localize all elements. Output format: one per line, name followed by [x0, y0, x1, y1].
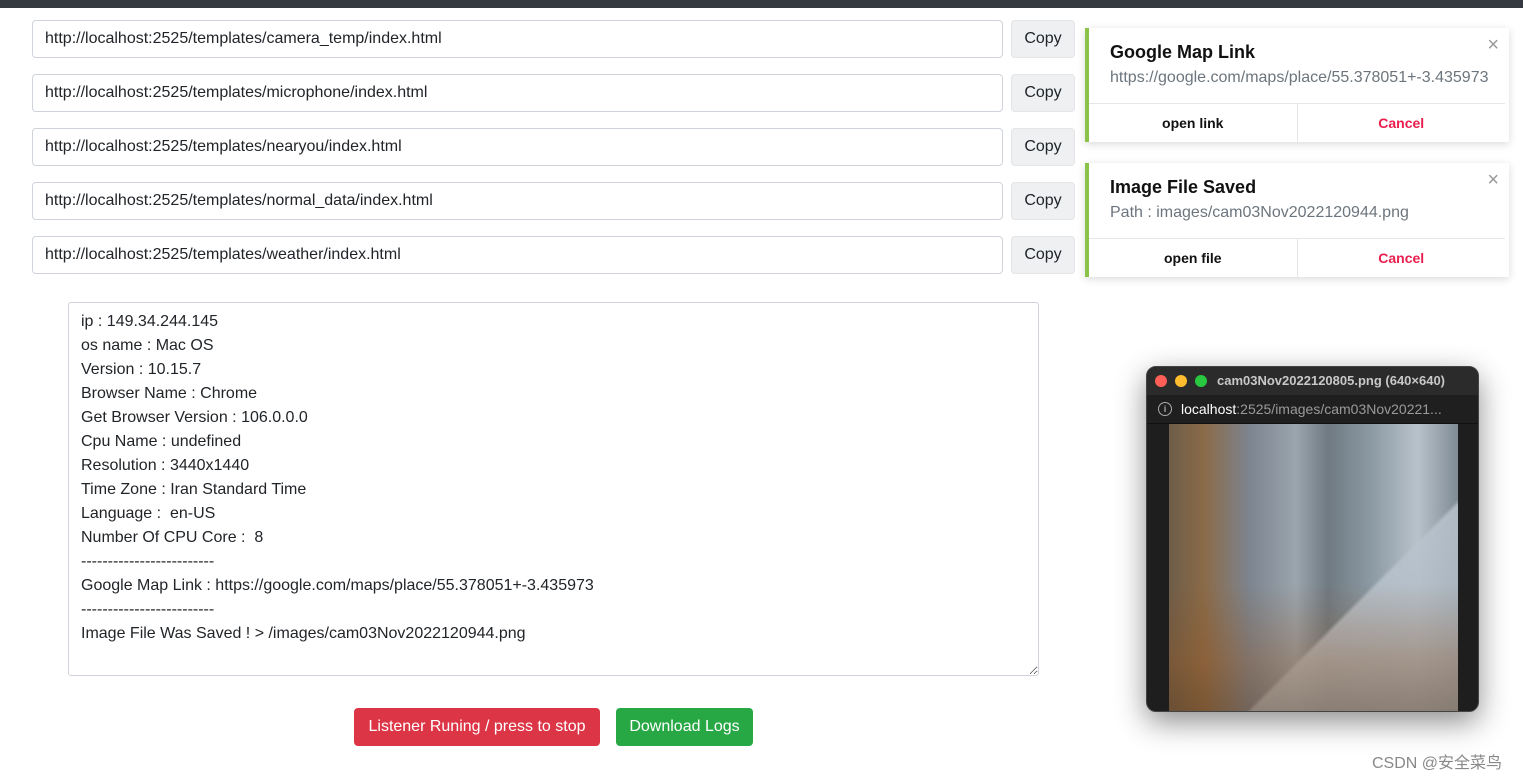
url-input-normal-data[interactable] — [32, 182, 1003, 220]
minimize-window-icon[interactable] — [1175, 375, 1187, 387]
copy-button-nearyou[interactable]: Copy — [1011, 128, 1075, 166]
stop-listener-button[interactable]: Listener Runing / press to stop — [354, 708, 600, 746]
toast-message: https://google.com/maps/place/55.378051+… — [1110, 69, 1489, 86]
popup-title: cam03Nov2022120805.png (640×640) — [1217, 373, 1446, 388]
image-shading — [1169, 582, 1458, 711]
cancel-button[interactable]: Cancel — [1298, 104, 1506, 142]
url-input-weather[interactable] — [32, 236, 1003, 274]
popup-url-host: localhost — [1181, 401, 1237, 417]
copy-button-microphone[interactable]: Copy — [1011, 74, 1075, 112]
close-icon[interactable]: × — [1487, 34, 1499, 57]
captured-camera-image — [1169, 424, 1458, 711]
popup-url: localhost:2525/images/cam03Nov20221... — [1181, 401, 1442, 417]
maximize-window-icon[interactable] — [1195, 375, 1207, 387]
toast-google-map-link: Google Map Link https://google.com/maps/… — [1085, 28, 1509, 142]
toast-title: Google Map Link — [1110, 42, 1256, 62]
toast-message: Path : images/cam03Nov2022120944.png — [1110, 204, 1409, 221]
url-input-microphone[interactable] — [32, 74, 1003, 112]
copy-button-weather[interactable]: Copy — [1011, 236, 1075, 274]
image-popup-window: cam03Nov2022120805.png (640×640) i local… — [1146, 366, 1479, 712]
toast-actions: open link Cancel — [1089, 103, 1505, 142]
url-row-camera-temp: Copy — [32, 20, 1075, 58]
copy-button-camera-temp[interactable]: Copy — [1011, 20, 1075, 58]
open-file-button[interactable]: open file — [1089, 239, 1298, 277]
cancel-button[interactable]: Cancel — [1298, 239, 1506, 277]
open-link-button[interactable]: open link — [1089, 104, 1298, 142]
url-row-microphone: Copy — [32, 74, 1075, 112]
url-row-weather: Copy — [32, 236, 1075, 274]
popup-url-path: :2525/images/cam03Nov20221... — [1236, 401, 1442, 417]
popup-titlebar[interactable]: cam03Nov2022120805.png (640×640) — [1147, 367, 1478, 395]
info-icon[interactable]: i — [1158, 402, 1172, 416]
url-input-nearyou[interactable] — [32, 128, 1003, 166]
close-window-icon[interactable] — [1155, 375, 1167, 387]
download-logs-button[interactable]: Download Logs — [616, 708, 753, 746]
url-input-camera-temp[interactable] — [32, 20, 1003, 58]
popup-url-bar[interactable]: i localhost:2525/images/cam03Nov20221... — [1147, 395, 1478, 424]
url-row-normal-data: Copy — [32, 182, 1075, 220]
watermark: CSDN @安全菜鸟 — [1372, 755, 1503, 772]
copy-button-normal-data[interactable]: Copy — [1011, 182, 1075, 220]
toast-actions: open file Cancel — [1089, 238, 1505, 277]
toast-image-file-saved: Image File Saved Path : images/cam03Nov2… — [1085, 163, 1509, 277]
toast-title: Image File Saved — [1110, 177, 1257, 197]
log-textarea[interactable]: ip : 149.34.244.145 os name : Mac OS Ver… — [68, 302, 1039, 676]
top-bar — [0, 0, 1523, 8]
url-row-nearyou: Copy — [32, 128, 1075, 166]
close-icon[interactable]: × — [1487, 169, 1499, 192]
